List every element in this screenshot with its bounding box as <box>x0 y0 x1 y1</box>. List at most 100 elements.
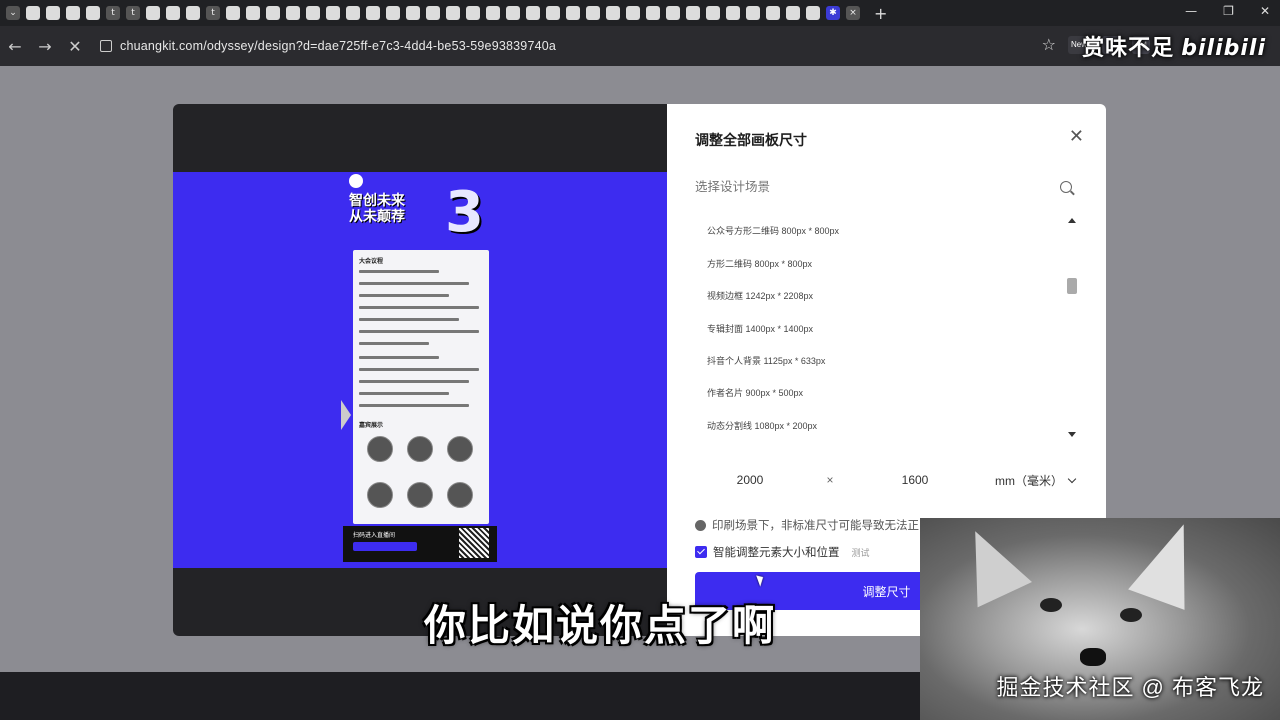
url-field[interactable]: chuangkit.com/odyssey/design?d=dae725ff-… <box>100 39 556 53</box>
tab-favicon[interactable] <box>666 6 680 20</box>
tab-favicon[interactable] <box>386 6 400 20</box>
scene-search-input[interactable] <box>695 180 995 194</box>
stop-icon[interactable]: ✕ <box>60 37 90 56</box>
tab-favicon[interactable] <box>526 6 540 20</box>
tab-favicon[interactable] <box>66 6 80 20</box>
tab-favicon[interactable] <box>646 6 660 20</box>
tab-favicon[interactable] <box>586 6 600 20</box>
tab-favicon[interactable] <box>306 6 320 20</box>
tab-favicon[interactable] <box>366 6 380 20</box>
tab-favicon-t[interactable]: t <box>126 6 140 20</box>
poster-avatar <box>407 436 433 462</box>
poster-header: 智创未来 从未颠荐 3 <box>341 170 499 250</box>
list-scrollbar[interactable] <box>1067 278 1077 294</box>
tab-favicon[interactable] <box>246 6 260 20</box>
print-warning-text: 印刷场景下，非标准尺寸可能导致无法正 <box>712 520 919 532</box>
bilibili-logo: bilibili <box>1181 36 1266 61</box>
width-input[interactable]: 2000 <box>695 473 805 487</box>
tab-favicon[interactable] <box>766 6 780 20</box>
poster-line <box>359 282 469 285</box>
smart-adjust-option[interactable]: 智能调整元素大小和位置 测试 <box>695 544 870 560</box>
tab-favicon[interactable] <box>446 6 460 20</box>
window-close-icon[interactable]: ✕ <box>1260 4 1270 18</box>
forward-icon[interactable]: → <box>30 37 60 56</box>
poster-section-agenda: 大会议程 <box>359 259 384 265</box>
poster-body: 大会议程 嘉宾展示 <box>353 250 489 524</box>
tab-favicon-t[interactable]: t <box>206 6 220 20</box>
site-info-icon[interactable] <box>100 40 112 52</box>
tab-favicon[interactable] <box>686 6 700 20</box>
search-icon[interactable] <box>1060 181 1072 193</box>
tab-favicon[interactable] <box>346 6 360 20</box>
browser-tab-bar: ⌄ t t t ✱ × + — ❐ ✕ <box>0 0 1280 26</box>
new-tab-icon[interactable]: + <box>874 4 887 23</box>
poster-footer-badge <box>353 542 417 551</box>
tab-favicon[interactable] <box>46 6 60 20</box>
tab-favicon[interactable] <box>286 6 300 20</box>
list-item[interactable]: 方形二维码 800px * 800px <box>707 257 812 270</box>
tab-strip: ⌄ t t t ✱ × + <box>0 4 887 23</box>
tab-favicon[interactable] <box>466 6 480 20</box>
bookmark-star-icon[interactable]: ☆ <box>1042 35 1056 54</box>
poster-section-guests: 嘉宾展示 <box>359 423 384 429</box>
minimize-icon[interactable]: — <box>1185 4 1197 18</box>
poster-line <box>359 318 459 321</box>
tab-favicon[interactable] <box>606 6 620 20</box>
tab-favicon[interactable] <box>506 6 520 20</box>
tab-favicon[interactable] <box>426 6 440 20</box>
list-item[interactable]: 视频边框 1242px * 2208px <box>707 289 813 302</box>
poster-number: 3 <box>445 180 484 245</box>
tab-favicon[interactable] <box>26 6 40 20</box>
tab-favicon[interactable] <box>406 6 420 20</box>
tab-close-icon[interactable]: × <box>846 6 860 20</box>
chevron-down-icon <box>1067 474 1077 483</box>
tab-search-icon[interactable]: ⌄ <box>6 6 20 20</box>
list-item[interactable]: 公众号方形二维码 800px * 800px <box>707 224 839 237</box>
tab-favicon[interactable] <box>726 6 740 20</box>
poster-title-line1: 智创未来 <box>349 192 405 208</box>
list-item[interactable]: 专辑封面 1400px * 1400px <box>707 322 813 335</box>
tab-favicon[interactable] <box>746 6 760 20</box>
list-item[interactable]: 动态分割线 1080px * 200px <box>707 419 817 432</box>
tab-favicon[interactable] <box>326 6 340 20</box>
tab-favicon[interactable] <box>626 6 640 20</box>
back-icon[interactable]: ← <box>0 37 30 56</box>
unit-select[interactable]: mm（毫米） <box>995 472 1077 489</box>
tab-favicon[interactable] <box>146 6 160 20</box>
height-input[interactable]: 1600 <box>865 473 965 487</box>
poster-line <box>359 294 449 297</box>
scroll-down-icon[interactable] <box>1068 432 1076 437</box>
tab-favicon[interactable] <box>166 6 180 20</box>
tab-favicon[interactable] <box>86 6 100 20</box>
tab-favicon[interactable] <box>786 6 800 20</box>
list-item[interactable]: 作者名片 900px * 500px <box>707 386 803 399</box>
tab-favicon[interactable] <box>226 6 240 20</box>
tab-favicon[interactable] <box>706 6 720 20</box>
times-sign: × <box>826 473 834 487</box>
poster-avatar <box>447 482 473 508</box>
tab-favicon[interactable] <box>806 6 820 20</box>
poster-avatar <box>367 436 393 462</box>
tab-favicon-t[interactable]: t <box>106 6 120 20</box>
maximize-icon[interactable]: ❐ <box>1223 4 1234 18</box>
poster-avatar <box>447 436 473 462</box>
scene-search <box>695 176 1078 198</box>
close-icon[interactable]: ✕ <box>1069 126 1084 147</box>
editor-bottom-bar <box>0 672 920 720</box>
url-text: chuangkit.com/odyssey/design?d=dae725ff-… <box>120 39 557 53</box>
scroll-up-icon[interactable] <box>1068 218 1076 223</box>
tab-active-favicon[interactable]: ✱ <box>826 6 840 20</box>
poster-line <box>359 356 439 359</box>
qr-code-icon <box>459 528 489 558</box>
tab-favicon[interactable] <box>546 6 560 20</box>
watermark-channel: 赏味不足 <box>1082 35 1175 60</box>
smart-adjust-label: 智能调整元素大小和位置 <box>713 547 840 559</box>
list-item[interactable]: 抖音个人背景 1125px * 633px <box>707 354 825 367</box>
tab-favicon[interactable] <box>486 6 500 20</box>
poster-line <box>359 342 429 345</box>
smart-adjust-checkbox[interactable] <box>695 546 707 558</box>
poster-line <box>359 380 469 383</box>
tab-favicon[interactable] <box>266 6 280 20</box>
tab-favicon[interactable] <box>566 6 580 20</box>
tab-favicon[interactable] <box>186 6 200 20</box>
